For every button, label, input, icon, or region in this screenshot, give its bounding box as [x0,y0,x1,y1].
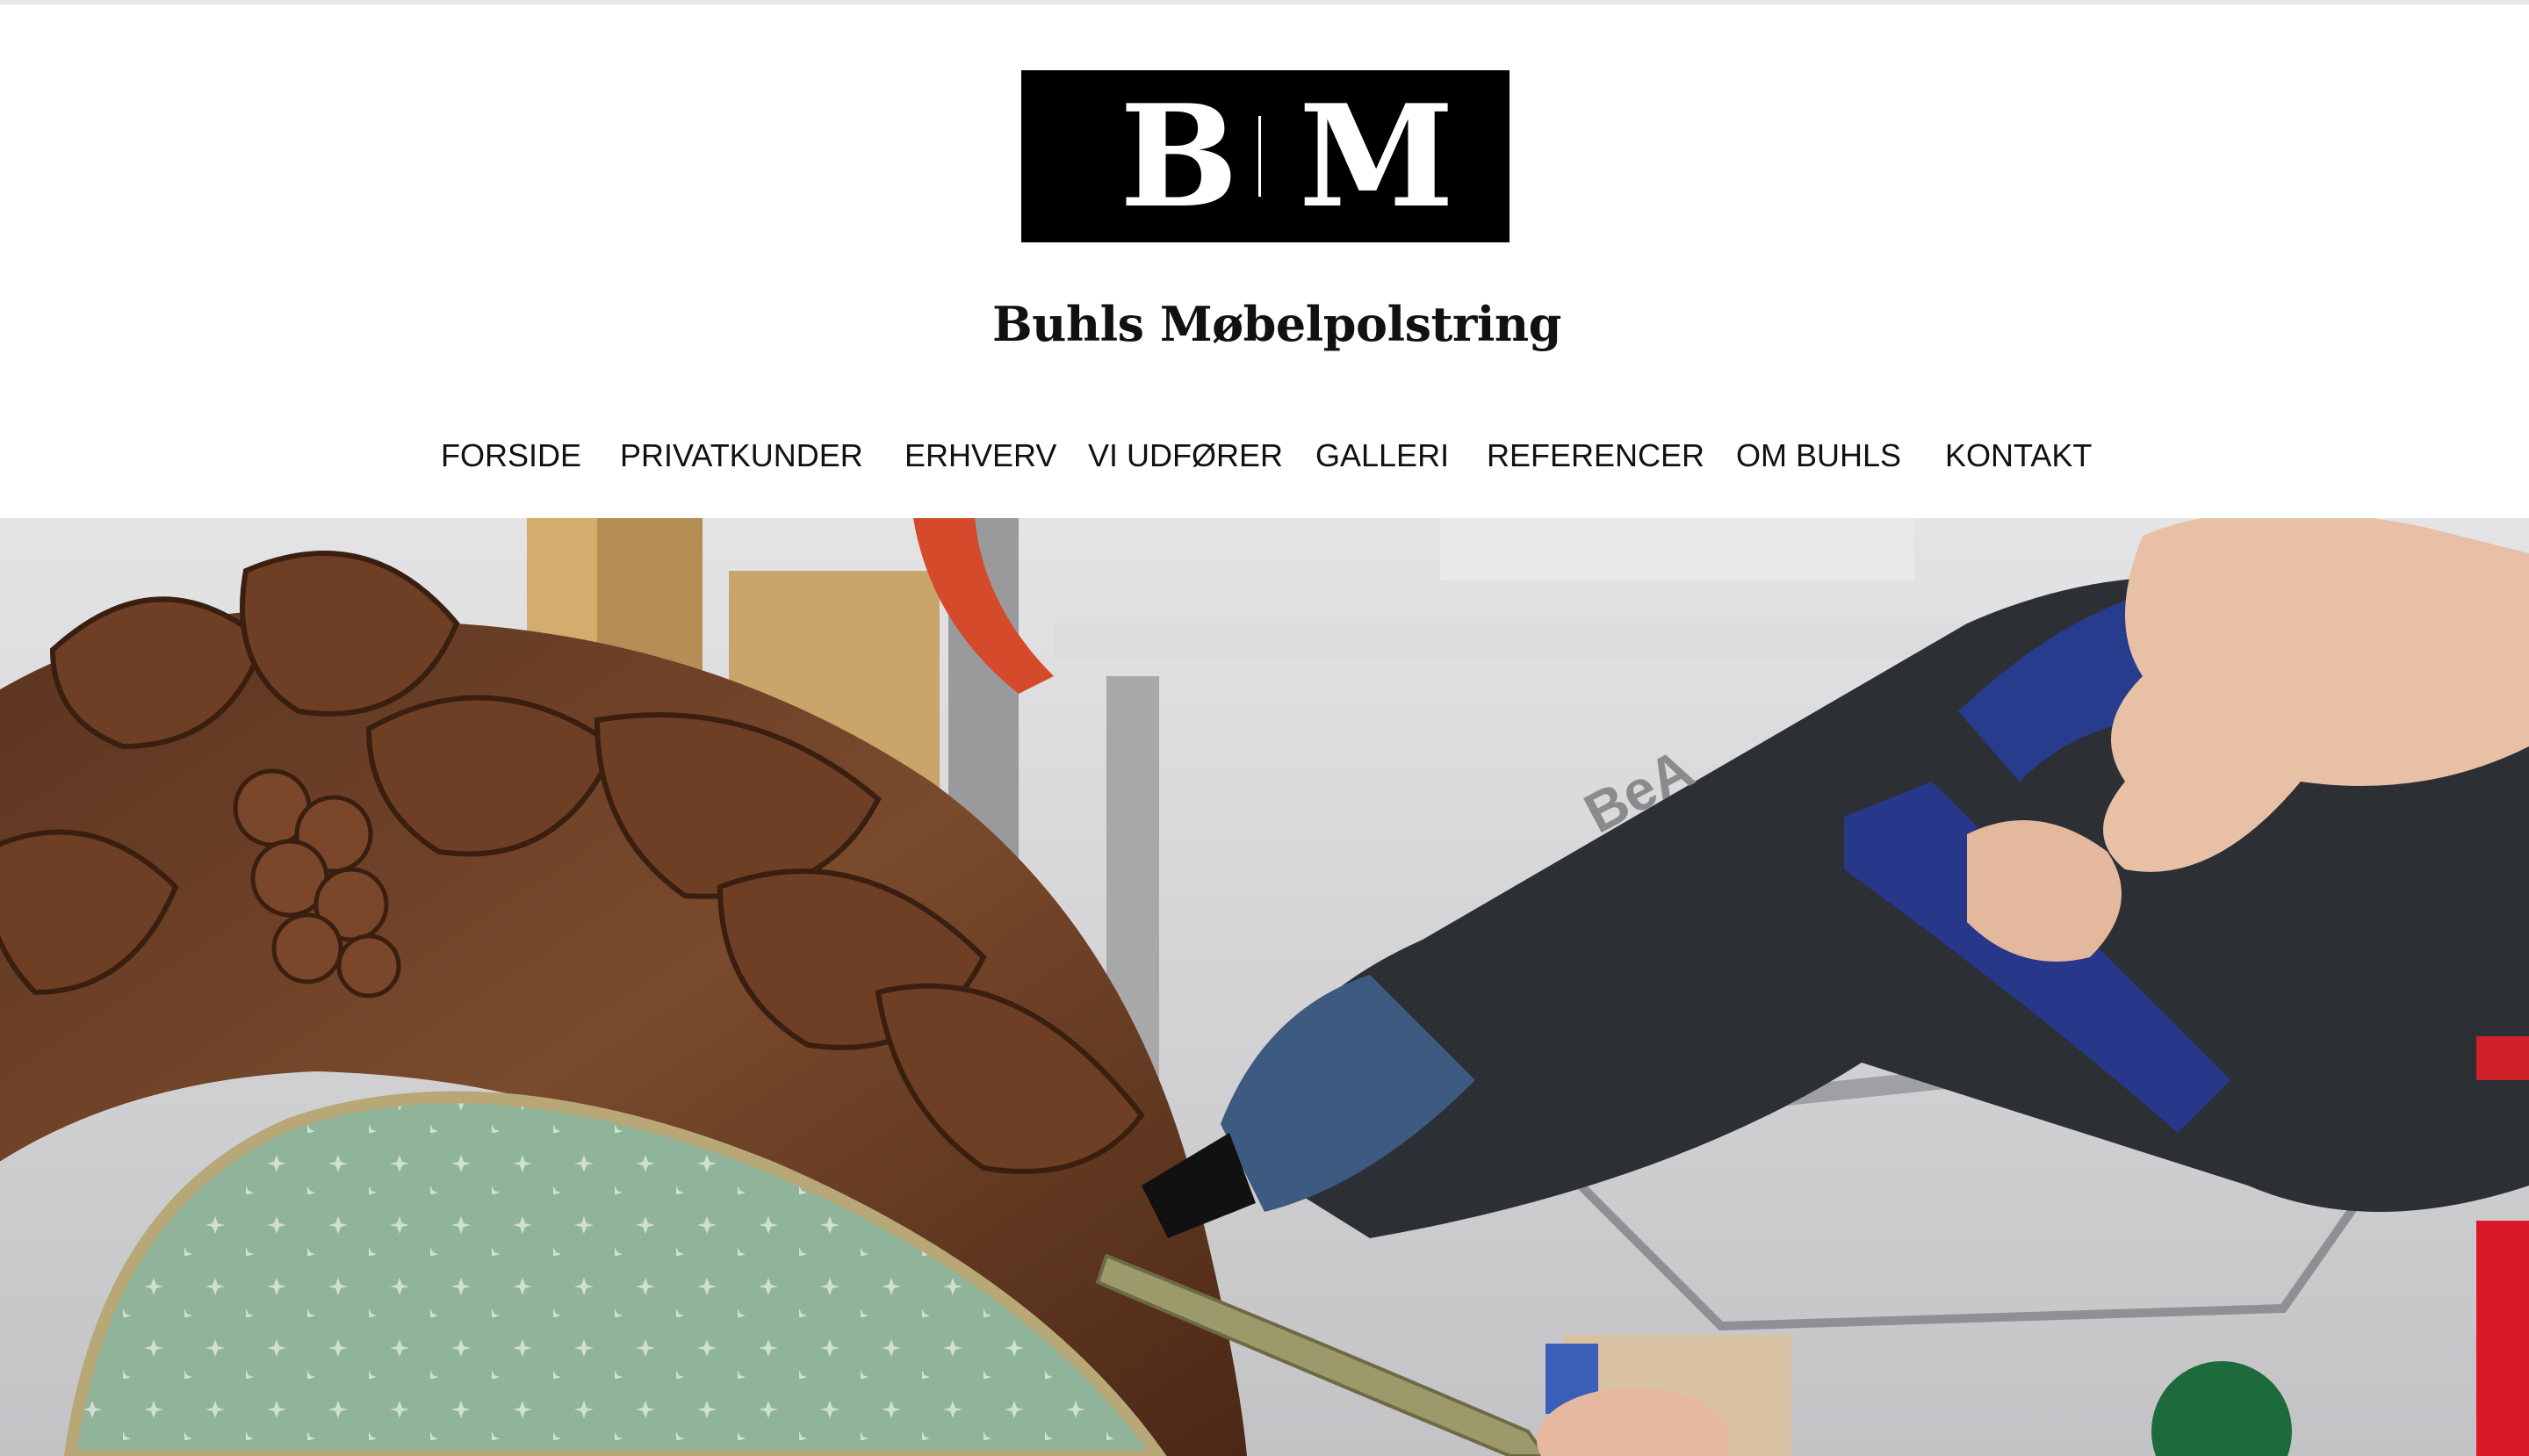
nav-item-om-buhls[interactable]: OM BUHLS [1736,431,1901,480]
hero-image: BeA [0,518,2529,1456]
nav-item-vi-udforer[interactable]: VI UDFØRER [1088,431,1283,480]
hero-illustration: BeA [0,518,2529,1456]
logo-letter-b: B [1120,74,1239,239]
top-border [0,0,2529,4]
nav-item-kontakt[interactable]: KONTAKT [1945,431,2092,480]
nav-item-privatkunder[interactable]: PRIVATKUNDER [620,431,863,480]
logo-letter-m: M [1299,74,1455,239]
nav-item-erhverv[interactable]: ERHVERV [904,431,1056,480]
logo-mark: B M [1021,70,1509,242]
nav-item-referencer[interactable]: REFERENCER [1487,431,1704,480]
logo-divider [1258,116,1261,197]
main-nav: FORSIDE PRIVATKUNDER ERHVERV VI UDFØRER … [0,431,2529,480]
brand-name: Buhls Møbelpolstring [992,296,1561,352]
nav-item-galleri[interactable]: GALLERI [1315,431,1449,480]
nav-item-forside[interactable]: FORSIDE [441,431,581,480]
